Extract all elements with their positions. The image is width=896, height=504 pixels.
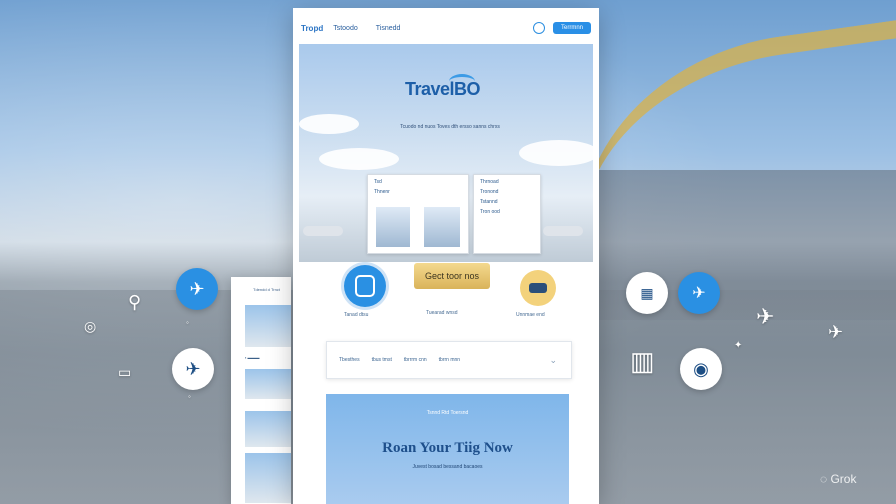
- secondary-page-preview: Tdendd d Trnct ▪ ▬▬▬: [231, 277, 291, 504]
- parked-plane-left: [303, 226, 343, 236]
- calendar-icon[interactable]: ▦: [626, 272, 668, 314]
- departure-icon[interactable]: ✈: [172, 348, 214, 390]
- terminal-building-icon: ▥: [630, 346, 655, 376]
- feature-icon-passport[interactable]: [344, 265, 386, 307]
- card-row: Thrnoad: [480, 179, 499, 185]
- globe-icon: ◎: [84, 318, 97, 334]
- card-row: Tronond: [480, 189, 499, 195]
- chevron-down-icon[interactable]: ⌄: [549, 355, 557, 366]
- info-card-right[interactable]: Thrnoad Tronond Tstannd Tron ood: [473, 174, 541, 254]
- feature-label-3: Unnmae end: [516, 312, 545, 318]
- card-row: Thnenr: [374, 189, 390, 195]
- cta-top-text: Tsnnd Rtd Toersnd: [426, 410, 469, 416]
- building-image-1: [376, 207, 410, 247]
- card-row: Tron ood: [480, 209, 500, 215]
- watermark: ◌ Grok: [820, 472, 857, 486]
- search-field-2[interactable]: tbus tmst: [372, 357, 392, 363]
- nav-logo[interactable]: Tropd: [301, 24, 323, 33]
- get-started-button[interactable]: Gect toor nos: [414, 263, 490, 289]
- nav-link-1[interactable]: Tstoodo: [333, 25, 358, 32]
- bus-icon-gold: [529, 283, 547, 293]
- search-field-4[interactable]: tbrrn mnn: [439, 357, 460, 363]
- cta-banner: Tsnnd Rtd Toersnd Roan Your Tiig Now Juv…: [326, 394, 569, 504]
- cta-subtitle: Juvest bosad bessand bacaoes: [412, 464, 483, 470]
- side-image-4: [245, 453, 291, 503]
- small-icon-right: ✦: [734, 340, 743, 351]
- side-image-1: [245, 305, 291, 347]
- bus-icon: ▭: [118, 364, 132, 380]
- brand-arc-icon: [449, 74, 475, 89]
- plane-icon[interactable]: ✈: [176, 268, 218, 310]
- hero-banner: TravelBO Tcuodo nd nuos Toves dth ersso …: [299, 44, 593, 262]
- top-nav: Tropd Tstoodo Tisnedd Terrmnn: [293, 8, 599, 48]
- cta-title: Roan Your Tiig Now: [382, 440, 513, 456]
- feature-icon-bus[interactable]: [520, 270, 556, 306]
- airplane-icon: ✈: [756, 304, 775, 329]
- flight-search-bar[interactable]: Tbesthes tbus tmst tbrrrm cnn tbrrn mnn …: [326, 341, 572, 379]
- card-row: Tsd: [374, 179, 382, 185]
- account-icon[interactable]: [532, 22, 545, 34]
- info-card-left[interactable]: Tsd Thnenr: [367, 174, 469, 254]
- globe-circle-icon[interactable]: ◉: [680, 348, 722, 390]
- cloud: [519, 140, 593, 166]
- passport-icon: [355, 275, 375, 297]
- feature-label-1: Tanad dtsu: [344, 312, 369, 318]
- nav-link-2[interactable]: Tisnedd: [376, 25, 401, 32]
- building-image-2: [424, 207, 460, 247]
- small-dot-icon: ◦: [186, 318, 189, 327]
- plane-side-icon: ✈: [828, 322, 844, 342]
- ticket-icon[interactable]: ✈: [678, 272, 720, 314]
- search-field-1[interactable]: Tbesthes: [339, 357, 360, 363]
- side-image-2: [245, 369, 291, 399]
- feature-label-2: Tuearad wnsd: [426, 310, 458, 316]
- cloud: [319, 148, 399, 170]
- side-image-3: [245, 411, 291, 447]
- hero-subtitle: Tcuodo nd nuos Toves dth ersso sanns chr…: [400, 124, 500, 130]
- control-tower-icon: ⚲: [128, 292, 142, 312]
- card-row: Tstannd: [480, 199, 498, 205]
- nav-cta-button[interactable]: Terrmnn: [552, 22, 591, 34]
- parked-plane-right: [543, 226, 583, 236]
- side-text-1: ▪ ▬▬▬: [245, 355, 260, 360]
- small-dot-icon-2: ◦: [188, 392, 191, 401]
- search-field-3[interactable]: tbrrrm cnn: [404, 357, 427, 363]
- side-header: Tdendd d Trnct: [253, 287, 280, 292]
- cloud: [299, 114, 359, 134]
